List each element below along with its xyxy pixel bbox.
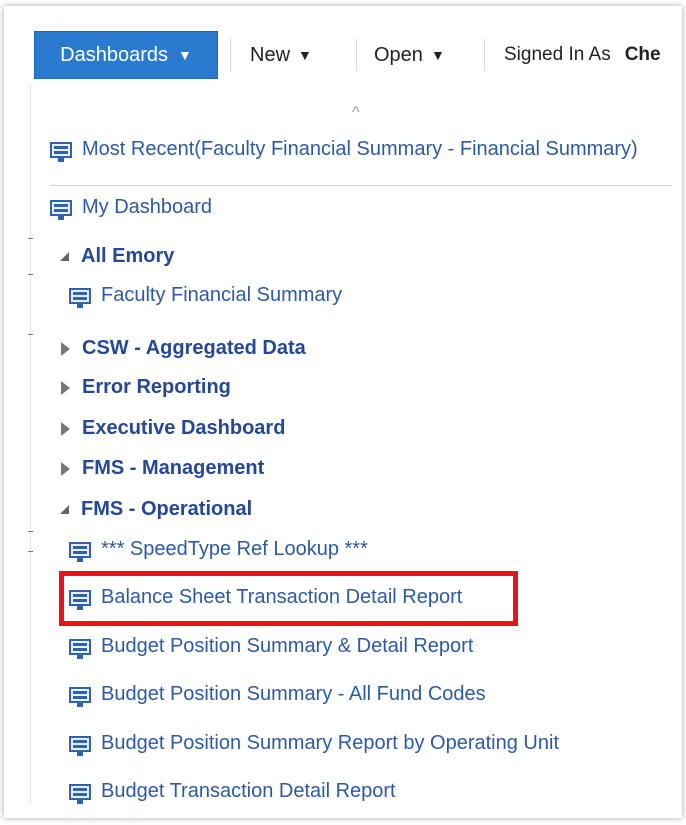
collapsed-triangle-icon (61, 421, 70, 436)
signed-in-indicator[interactable]: Signed In As Che (504, 31, 661, 79)
highlight-box (59, 571, 518, 626)
background-page-edge (30, 84, 31, 804)
folder-csw-aggregated-data[interactable]: CSW - Aggregated Data (61, 337, 306, 360)
folder-label: Executive Dashboard (82, 417, 286, 439)
signed-in-label: Signed In As (504, 44, 611, 65)
folder-label: FMS - Management (82, 457, 265, 479)
global-header: Dashboards ▼ New ▼ Open ▼ Signed In As C… (4, 6, 682, 84)
open-label: Open (374, 43, 423, 66)
menu-item-budget-position-summary-detail-report[interactable]: Budget Position Summary & Detail Report (69, 635, 474, 659)
dashboards-label: Dashboards (60, 43, 168, 66)
menu-item-faculty-financial-summary[interactable]: Faculty Financial Summary (69, 284, 343, 308)
expanded-triangle-icon (60, 252, 69, 261)
menu-item-budget-position-summary-all-fund-codes[interactable]: Budget Position Summary - All Fund Codes (69, 683, 486, 707)
menu-item-my-dashboard[interactable]: My Dashboard (50, 196, 213, 220)
folder-fms-operational[interactable]: FMS - Operational (60, 498, 252, 521)
folder-label: FMS - Operational (81, 498, 253, 520)
menu-item-label: Faculty Financial Summary (101, 284, 343, 306)
chevron-down-icon: ▼ (298, 47, 312, 63)
signed-in-user: Che (624, 44, 661, 65)
background-marker (28, 334, 33, 335)
dashboards-menu-button[interactable]: Dashboards ▼ (34, 31, 218, 79)
folder-error-reporting[interactable]: Error Reporting (61, 376, 231, 399)
expanded-triangle-icon (60, 505, 69, 514)
background-marker (28, 274, 33, 275)
folder-label: All Emory (81, 245, 175, 267)
menu-item-label: Budget Transaction Detail Report (101, 780, 396, 802)
background-marker (28, 551, 33, 552)
menu-item-label: *** SpeedType Ref Lookup *** (101, 538, 368, 560)
collapsed-triangle-icon (61, 341, 70, 356)
collapsed-triangle-icon (61, 380, 70, 395)
chevron-down-icon: ▼ (430, 47, 445, 63)
chevron-down-icon: ▼ (177, 47, 192, 63)
folder-label: Error Reporting (82, 376, 231, 398)
dashboard-icon (50, 141, 72, 162)
folder-fms-management[interactable]: FMS - Management (61, 457, 264, 480)
dashboard-icon (50, 199, 72, 220)
menu-item-label: Budget Position Summary Report by Operat… (101, 732, 559, 754)
folder-executive-dashboard[interactable]: Executive Dashboard (61, 417, 285, 440)
new-label: New (250, 43, 291, 66)
folder-label: CSW - Aggregated Data (82, 337, 306, 359)
dashboard-icon (69, 735, 91, 756)
toolbar-divider (230, 39, 231, 71)
dashboard-icon (69, 638, 91, 659)
dashboard-icon (69, 783, 91, 804)
open-menu-button[interactable]: Open ▼ (374, 31, 445, 79)
menu-item-label: My Dashboard (82, 196, 213, 218)
menu-item-budget-transaction-detail-report[interactable]: Budget Transaction Detail Report (69, 780, 396, 804)
dashboard-icon (69, 287, 91, 308)
toolbar-divider (484, 39, 485, 71)
toolbar-divider (356, 39, 357, 71)
menu-item-budget-position-summary-by-operating-unit[interactable]: Budget Position Summary Report by Operat… (69, 732, 559, 756)
background-marker (28, 238, 33, 239)
new-menu-button[interactable]: New ▼ (250, 31, 312, 79)
menu-item-most-recent[interactable]: Most Recent(Faculty Financial Summary - … (50, 138, 638, 162)
dashboard-icon (69, 541, 91, 562)
collapsed-triangle-icon (61, 461, 70, 476)
folder-all-emory[interactable]: All Emory (60, 245, 174, 268)
background-marker (28, 531, 33, 532)
dashboard-icon (69, 686, 91, 707)
menu-item-label: Budget Position Summary - All Fund Codes (101, 683, 486, 705)
app-window: Dashboards ▼ New ▼ Open ▼ Signed In As C… (4, 6, 682, 818)
scroll-up-icon[interactable]: ^ (352, 104, 360, 122)
menu-item-label: Most Recent(Faculty Financial Summary - … (82, 138, 638, 160)
dashboards-dropdown-menu: ^ Most Recent(Faculty Financial Summary … (36, 84, 682, 818)
menu-item-label: Budget Position Summary & Detail Report (101, 635, 474, 657)
menu-item-speedtype-ref-lookup[interactable]: *** SpeedType Ref Lookup *** (69, 538, 368, 562)
menu-divider (50, 185, 672, 186)
